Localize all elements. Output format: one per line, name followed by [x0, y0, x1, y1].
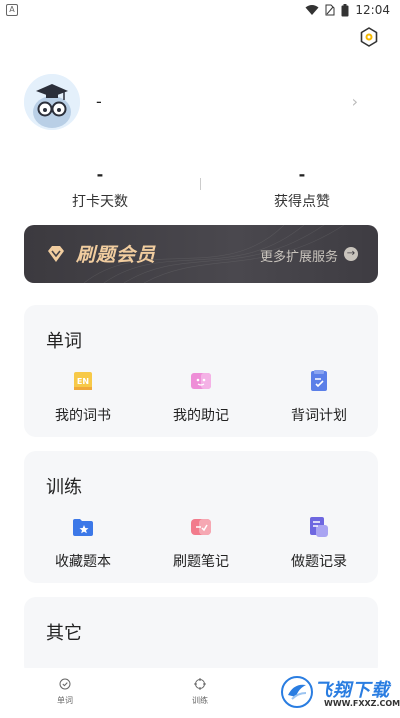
settings-icon [360, 27, 378, 47]
word-tab-icon [59, 678, 71, 690]
nav-label: 训练 [192, 696, 208, 705]
notes-button[interactable]: 刷题笔记 [142, 515, 260, 571]
item-label: 做题记录 [291, 554, 347, 570]
training-tab-icon [194, 678, 206, 690]
stat-value: - [298, 165, 306, 184]
profile-name: - [96, 92, 102, 111]
word-book-icon: EN [74, 372, 92, 390]
wifi-icon [305, 5, 319, 15]
my-mnemonics-button[interactable]: 我的助记 [142, 369, 260, 425]
stat-label: 打卡天数 [72, 194, 128, 210]
item-label: 我的助记 [173, 408, 229, 424]
item-label: 我的词书 [55, 408, 111, 424]
section-title: 单词 [46, 331, 82, 352]
study-plan-button[interactable]: 背词计划 [260, 369, 378, 425]
section-title: 其它 [46, 623, 82, 644]
watermark-subtitle: WWW.FXXZ.COM [324, 699, 400, 708]
records-icon [310, 517, 328, 537]
settings-button[interactable] [357, 25, 381, 49]
vip-title: 刷题会员 [76, 244, 157, 266]
vip-banner[interactable]: 刷题会员 更多扩展服务 → [24, 225, 378, 283]
other-card: 其它 [24, 597, 378, 677]
tab-training[interactable]: 训练 [170, 678, 230, 706]
vip-diamond-icon [48, 246, 64, 262]
scholar-avatar-icon [24, 74, 80, 130]
avatar[interactable] [24, 74, 80, 130]
chevron-right-icon: › [351, 92, 358, 111]
my-word-books-button[interactable]: EN 我的词书 [24, 369, 142, 425]
watermark-logo-icon [281, 676, 313, 708]
words-card: 单词 EN 我的词书 我的助记 背词计划 [24, 305, 378, 437]
stats-row: - 打卡天数 - 获得点赞 [0, 165, 400, 215]
training-items: 收藏题本 刷题笔记 做题记录 [24, 515, 378, 575]
training-card: 训练 收藏题本 刷题笔记 做题记录 [24, 451, 378, 583]
svg-text:EN: EN [77, 377, 89, 386]
profile-row[interactable]: - › [24, 74, 376, 132]
nav-label: 单词 [57, 696, 73, 705]
stat-likes[interactable]: - 获得点赞 [232, 165, 372, 211]
tab-words[interactable]: 单词 [35, 678, 95, 706]
item-label: 刷题笔记 [173, 554, 229, 570]
status-icons: 12:04 [305, 3, 390, 17]
vip-more-services: 更多扩展服务 [259, 250, 338, 265]
favorites-button[interactable]: 收藏题本 [24, 515, 142, 571]
arrow-right-icon: → [344, 247, 358, 261]
item-label: 收藏题本 [55, 554, 111, 570]
records-button[interactable]: 做题记录 [260, 515, 378, 571]
study-plan-icon [311, 370, 327, 391]
item-label: 背词计划 [291, 408, 347, 424]
status-bar: A 12:04 [0, 0, 400, 22]
battery-icon [341, 3, 349, 16]
words-items: EN 我的词书 我的助记 背词计划 [24, 369, 378, 429]
favorites-folder-icon [73, 519, 93, 536]
mnemonic-icon [191, 373, 211, 389]
watermark: 飞翔下载 WWW.FXXZ.COM [280, 672, 400, 712]
status-time: 12:04 [355, 3, 390, 17]
stat-checkin-days[interactable]: - 打卡天数 [30, 165, 170, 211]
stat-label: 获得点赞 [274, 194, 330, 210]
notification-icon: A [6, 4, 18, 16]
section-title: 训练 [46, 477, 82, 498]
stats-divider [200, 178, 201, 190]
notes-icon [191, 519, 211, 535]
sim-icon [325, 4, 335, 16]
stat-value: - [96, 165, 104, 184]
